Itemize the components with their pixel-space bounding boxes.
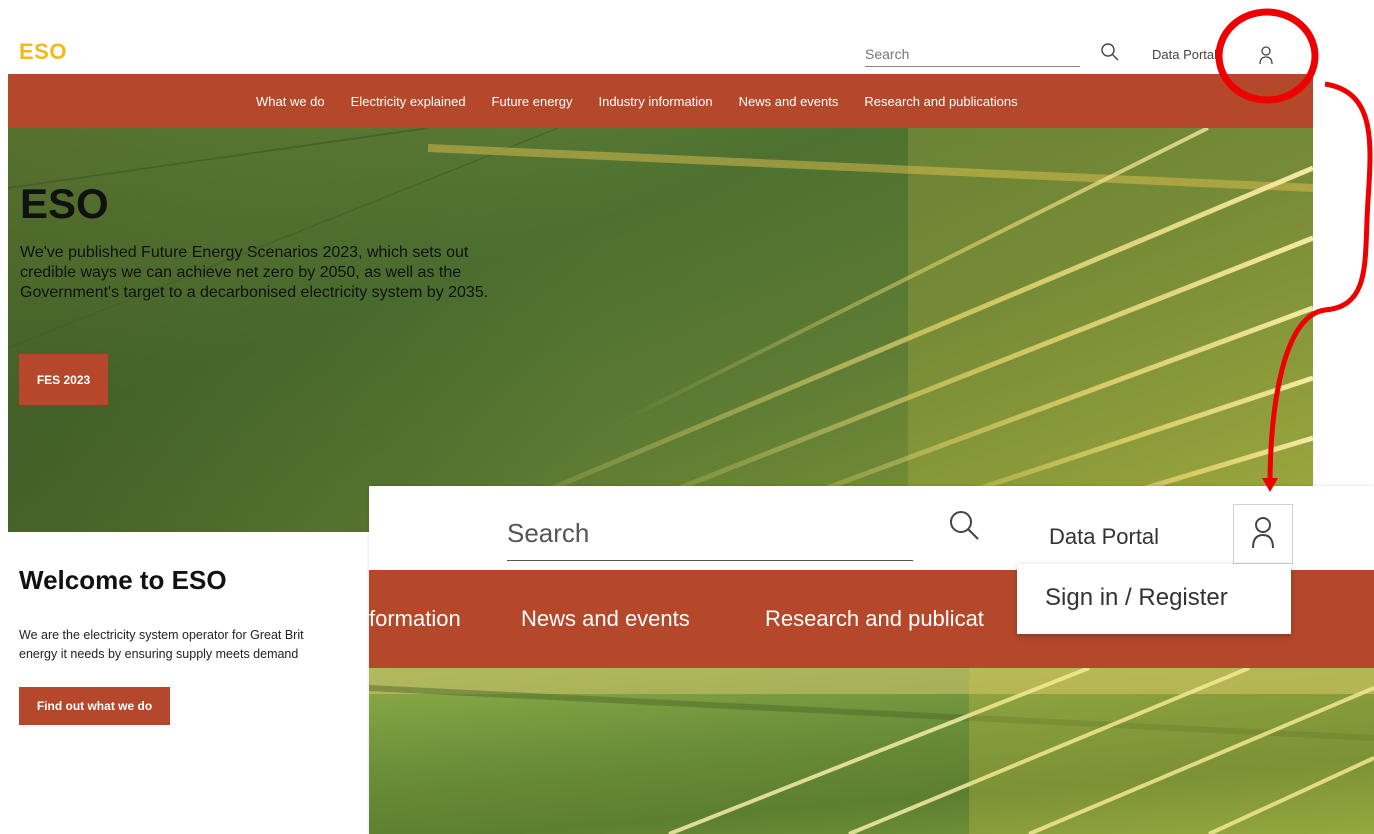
nav-item-future-energy[interactable]: Future energy: [492, 94, 573, 109]
user-icon: [1252, 517, 1274, 549]
zoom-search-button[interactable]: [947, 508, 983, 544]
fes-2023-button[interactable]: FES 2023: [19, 354, 108, 405]
user-icon: [1259, 46, 1273, 65]
zoomed-inset: Data Portal formation News and events Re…: [369, 486, 1374, 834]
sign-in-register-link[interactable]: Sign in / Register: [1045, 584, 1228, 612]
zoom-data-portal-link[interactable]: Data Portal: [1049, 524, 1159, 550]
welcome-text-line-2: energy it needs by ensuring supply meets…: [19, 647, 299, 661]
zoom-nav-item-news-and-events[interactable]: News and events: [521, 606, 690, 632]
user-account-button[interactable]: [1257, 44, 1275, 66]
nav-item-research-and-publications[interactable]: Research and publications: [864, 94, 1017, 109]
zoom-field-image: [369, 666, 1374, 834]
nav-item-what-we-do[interactable]: What we do: [256, 94, 325, 109]
welcome-heading: Welcome to ESO: [19, 565, 227, 595]
search-icon: [1101, 43, 1119, 61]
data-portal-link[interactable]: Data Portal: [1152, 47, 1217, 62]
nav-item-electricity-explained[interactable]: Electricity explained: [351, 94, 466, 109]
hero-banner: ESO We've published Future Energy Scenar…: [8, 128, 1313, 532]
search-input[interactable]: [865, 44, 1080, 64]
zoom-search-field[interactable]: [507, 516, 913, 561]
welcome-description: We are the electricity system operator f…: [19, 626, 364, 662]
nav-item-news-and-events[interactable]: News and events: [739, 94, 839, 109]
welcome-text-line-1: We are the electricity system operator f…: [19, 628, 304, 642]
search-icon: [950, 511, 979, 540]
search-field[interactable]: [865, 44, 1080, 67]
zoom-field-lines: [369, 666, 1374, 834]
main-navigation: What we do Electricity explained Future …: [8, 74, 1313, 128]
zoom-nav-item-industry-information[interactable]: formation: [369, 606, 461, 632]
zoom-search-input[interactable]: [507, 516, 913, 551]
hero-title: ESO: [20, 180, 109, 227]
hero-field-image: [8, 128, 1313, 532]
find-out-what-we-do-button[interactable]: Find out what we do: [19, 687, 170, 725]
hero-description: We've published Future Energy Scenarios …: [20, 244, 489, 301]
account-dropdown-menu: Sign in / Register: [1017, 564, 1291, 634]
eso-logo[interactable]: ESO: [19, 39, 67, 65]
nav-item-industry-information[interactable]: Industry information: [598, 94, 712, 109]
zoom-user-account-button[interactable]: [1233, 504, 1293, 564]
zoom-nav-item-research-and-publications[interactable]: Research and publicat: [765, 606, 984, 632]
search-button[interactable]: [1100, 42, 1120, 62]
